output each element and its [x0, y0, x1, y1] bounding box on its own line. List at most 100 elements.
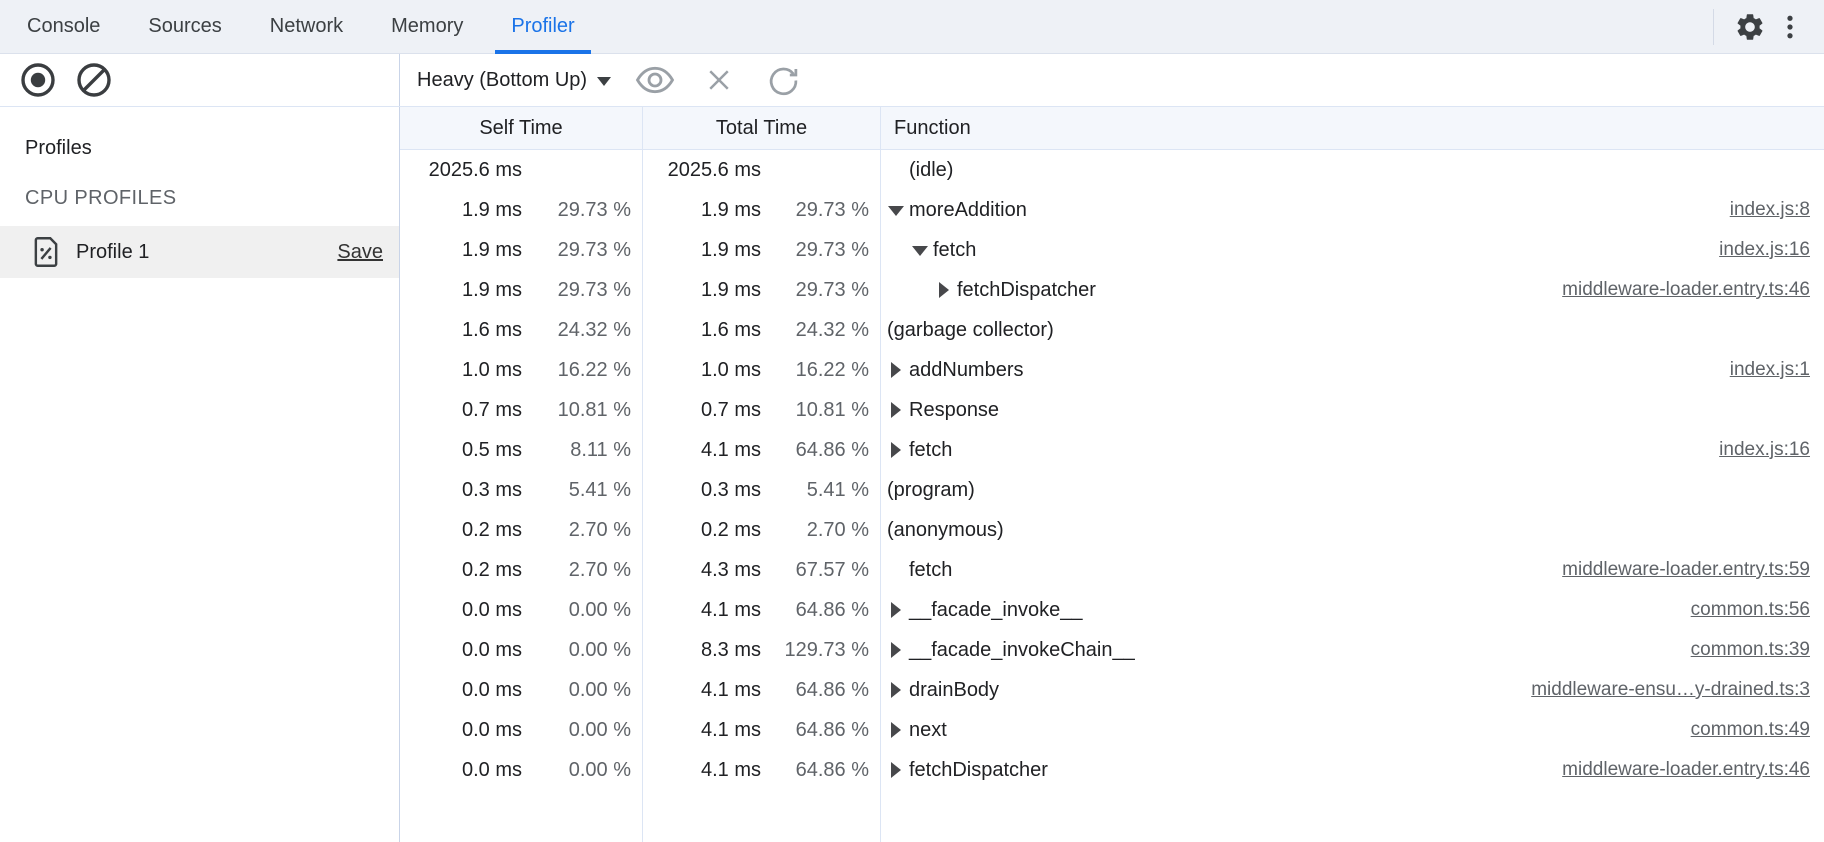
total-time-percent: 67.57 % — [761, 559, 880, 582]
function-cell: (garbage collector) — [881, 310, 1824, 350]
self-time-cell: 0.0 ms 0.00 % — [400, 750, 643, 790]
table-row[interactable]: 0.0 ms 0.00 % 4.1 ms 64.86 % fetchDispat… — [400, 750, 1824, 790]
total-time-cell: 1.6 ms 24.32 % — [643, 310, 881, 350]
profile-list-item[interactable]: Profile 1 Save — [0, 226, 399, 278]
source-location-link[interactable]: index.js:1 — [1710, 359, 1824, 381]
source-location-link[interactable]: middleware-loader.entry.ts:46 — [1542, 279, 1824, 301]
self-time-ms: 1.6 ms — [400, 319, 522, 342]
total-time-cell: 2025.6 ms — [643, 150, 881, 190]
expand-arrow-icon[interactable] — [887, 430, 909, 470]
table-row[interactable]: 0.7 ms 10.81 % 0.7 ms 10.81 % Response — [400, 390, 1824, 430]
tab-sources[interactable]: Sources — [132, 0, 237, 53]
expand-arrow-icon[interactable] — [887, 710, 909, 750]
focus-preview-button[interactable] — [635, 60, 675, 100]
table-row[interactable]: 2025.6 ms 2025.6 ms (idle) — [400, 150, 1824, 190]
total-time-cell: 4.3 ms 67.57 % — [643, 550, 881, 590]
tab-console[interactable]: Console — [11, 0, 116, 53]
function-name: moreAddition — [909, 199, 1027, 222]
column-header-total-time[interactable]: Total Time — [643, 107, 881, 149]
function-cell: fetch middleware-loader.entry.ts:59 — [881, 550, 1824, 590]
function-name: fetch — [933, 239, 976, 262]
total-time-percent: 24.32 % — [761, 319, 880, 342]
total-time-cell: 8.3 ms 129.73 % — [643, 630, 881, 670]
view-mode-select[interactable]: Heavy (Bottom Up) — [417, 69, 611, 92]
source-location-link[interactable]: common.ts:39 — [1671, 639, 1824, 661]
save-profile-link[interactable]: Save — [337, 241, 383, 264]
function-name: (idle) — [909, 159, 953, 182]
source-location-link[interactable]: middleware-ensu…y-drained.ts:3 — [1511, 679, 1824, 701]
expand-arrow-icon[interactable] — [887, 630, 909, 670]
total-time-cell: 4.1 ms 64.86 % — [643, 750, 881, 790]
total-time-cell: 4.1 ms 64.86 % — [643, 590, 881, 630]
source-location-link[interactable]: index.js:16 — [1699, 239, 1824, 261]
self-time-ms: 1.9 ms — [400, 239, 522, 262]
devtools-window: Console Sources Network Memory Profiler — [0, 0, 1824, 842]
expand-arrow-icon[interactable] — [887, 390, 909, 430]
tab-profiler[interactable]: Profiler — [495, 0, 590, 53]
devtools-tabbar: Console Sources Network Memory Profiler — [0, 0, 1824, 54]
clear-profiles-button[interactable] — [74, 60, 114, 100]
table-row[interactable]: 0.2 ms 2.70 % 0.2 ms 2.70 % (anonymous) — [400, 510, 1824, 550]
table-row[interactable]: 1.6 ms 24.32 % 1.6 ms 24.32 % (garbage c… — [400, 310, 1824, 350]
source-location-link[interactable]: common.ts:49 — [1671, 719, 1824, 741]
settings-button[interactable] — [1730, 7, 1770, 47]
record-icon — [20, 62, 56, 98]
table-row[interactable]: 0.0 ms 0.00 % 8.3 ms 129.73 % __facade_i… — [400, 630, 1824, 670]
self-time-ms: 0.0 ms — [400, 679, 522, 702]
self-time-percent: 8.11 % — [522, 439, 642, 462]
profiler-toolbar: Heavy (Bottom Up) — [0, 54, 1824, 107]
tab-network[interactable]: Network — [254, 0, 359, 53]
total-time-ms: 4.1 ms — [643, 439, 761, 462]
expand-arrow-icon[interactable] — [887, 670, 909, 710]
record-button[interactable] — [18, 60, 58, 100]
table-row[interactable]: 0.0 ms 0.00 % 4.1 ms 64.86 % next common… — [400, 710, 1824, 750]
table-row[interactable]: 1.9 ms 29.73 % 1.9 ms 29.73 % fetch inde… — [400, 230, 1824, 270]
function-cell: fetchDispatcher middleware-loader.entry.… — [881, 270, 1824, 310]
tab-memory[interactable]: Memory — [375, 0, 479, 53]
source-location-link[interactable]: middleware-loader.entry.ts:59 — [1542, 559, 1824, 581]
table-row[interactable]: 1.0 ms 16.22 % 1.0 ms 16.22 % addNumbers… — [400, 350, 1824, 390]
table-row[interactable]: 1.9 ms 29.73 % 1.9 ms 29.73 % moreAdditi… — [400, 190, 1824, 230]
total-time-cell: 0.3 ms 5.41 % — [643, 470, 881, 510]
chevron-down-icon — [597, 77, 611, 86]
self-time-percent: 0.00 % — [522, 599, 642, 622]
panel-tabs: Console Sources Network Memory Profiler — [0, 0, 607, 53]
total-time-percent: 10.81 % — [761, 399, 880, 422]
expand-arrow-icon[interactable] — [887, 190, 909, 230]
expand-arrow-icon[interactable] — [887, 750, 909, 790]
column-header-self-time[interactable]: Self Time — [400, 107, 643, 149]
refresh-button[interactable] — [763, 60, 803, 100]
expand-arrow-icon — [887, 550, 909, 590]
self-time-percent: 29.73 % — [522, 279, 642, 302]
source-location-link[interactable]: middleware-loader.entry.ts:46 — [1542, 759, 1824, 781]
expand-arrow-icon[interactable] — [935, 270, 957, 310]
expand-arrow-icon[interactable] — [887, 590, 909, 630]
total-time-ms: 1.0 ms — [643, 359, 761, 382]
grid-empty-area — [400, 790, 1824, 842]
table-row[interactable]: 0.0 ms 0.00 % 4.1 ms 64.86 % __facade_in… — [400, 590, 1824, 630]
self-time-percent: 2.70 % — [522, 559, 642, 582]
source-location-link[interactable]: index.js:8 — [1710, 199, 1824, 221]
table-row[interactable]: 0.3 ms 5.41 % 0.3 ms 5.41 % (program) — [400, 470, 1824, 510]
expand-arrow-icon[interactable] — [887, 350, 909, 390]
table-row[interactable]: 0.5 ms 8.11 % 4.1 ms 64.86 % fetch index… — [400, 430, 1824, 470]
source-location-link[interactable]: index.js:16 — [1699, 439, 1824, 461]
function-name: __facade_invokeChain__ — [909, 639, 1135, 662]
total-time-ms: 1.9 ms — [643, 199, 761, 222]
more-options-button[interactable] — [1770, 7, 1810, 47]
table-row[interactable]: 1.9 ms 29.73 % 1.9 ms 29.73 % fetchDispa… — [400, 270, 1824, 310]
table-row[interactable]: 0.2 ms 2.70 % 4.3 ms 67.57 % fetch middl… — [400, 550, 1824, 590]
self-time-cell: 1.9 ms 29.73 % — [400, 270, 643, 310]
table-row[interactable]: 0.0 ms 0.00 % 4.1 ms 64.86 % drainBody m… — [400, 670, 1824, 710]
self-time-cell: 2025.6 ms — [400, 150, 643, 190]
total-time-ms: 2025.6 ms — [643, 159, 761, 182]
column-header-function[interactable]: Function — [881, 107, 1824, 149]
source-location-link[interactable]: common.ts:56 — [1671, 599, 1824, 621]
function-cell: (program) — [881, 470, 1824, 510]
profile-document-icon — [33, 237, 59, 267]
self-time-percent: 2.70 % — [522, 519, 642, 542]
expand-arrow-icon[interactable] — [911, 230, 933, 270]
delete-profile-button[interactable] — [699, 60, 739, 100]
total-time-cell: 1.9 ms 29.73 % — [643, 190, 881, 230]
total-time-percent: 29.73 % — [761, 199, 880, 222]
